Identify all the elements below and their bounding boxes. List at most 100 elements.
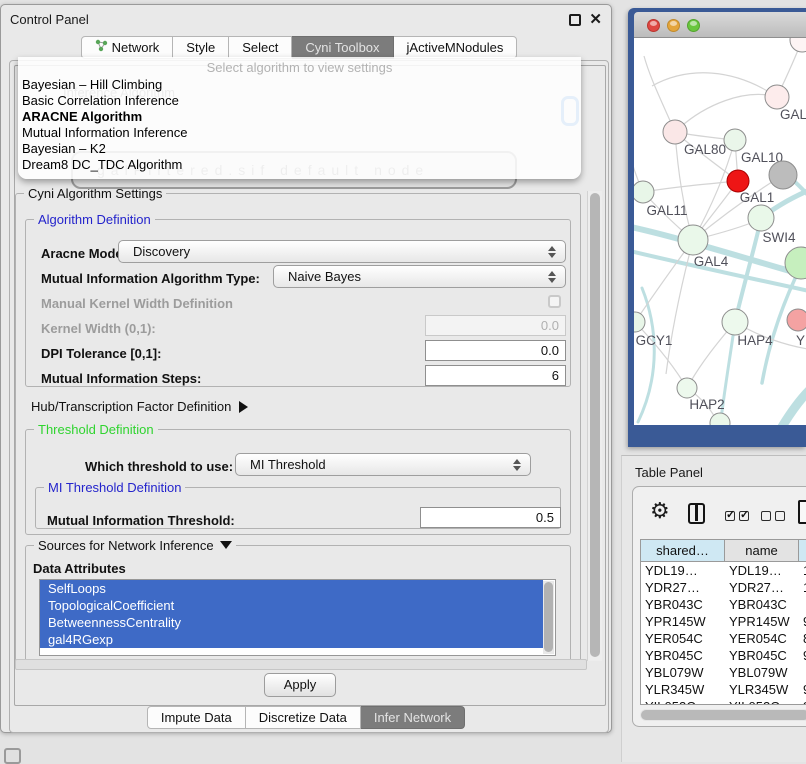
which-threshold-select[interactable]: MI Threshold — [235, 453, 531, 476]
table-row[interactable]: YDR27…YDR27…12 — [641, 579, 806, 596]
network-node-label: HAP2 — [689, 397, 724, 412]
table-cell: 8. — [799, 630, 806, 647]
dpi-tolerance-field[interactable]: 0.0 — [425, 340, 566, 361]
select-all-checkboxes-icon[interactable] — [725, 509, 753, 524]
list-scrollbar[interactable] — [543, 581, 554, 654]
aracne-mode-select[interactable]: Discovery — [118, 240, 566, 263]
table-cell: YBR043C — [725, 596, 799, 613]
table-row[interactable]: YER054CYER054C8. — [641, 630, 806, 647]
network-node-swi4[interactable] — [748, 205, 774, 231]
mi-algorithm-type-select[interactable]: Naive Bayes — [273, 265, 566, 288]
manual-kernel-width-label: Manual Kernel Width Definition — [41, 296, 233, 311]
columns-icon[interactable] — [688, 503, 705, 524]
network-node-label: Y — [796, 333, 805, 348]
column-header-name[interactable]: name — [725, 540, 799, 561]
network-node[interactable] — [785, 247, 806, 279]
column-header-shared[interactable]: shared… — [641, 540, 725, 561]
close-icon[interactable]: ✕ — [589, 10, 602, 28]
data-attributes-label: Data Attributes — [33, 561, 126, 576]
network-node-gal11[interactable] — [634, 181, 654, 203]
table-row[interactable]: YBR043CYBR043C — [641, 596, 806, 613]
export-table-icon[interactable] — [798, 500, 806, 524]
table-cell: 9. — [799, 681, 806, 698]
attribute-item-selfloops[interactable]: SelfLoops — [40, 580, 543, 597]
algorithm-option-bayesian-k2[interactable]: Bayesian – K2 — [18, 141, 581, 157]
kernel-width-label: Kernel Width (0,1): — [41, 321, 156, 336]
table-cell: YBL079W — [725, 664, 799, 681]
network-node-label: GAL80 — [684, 142, 726, 157]
algorithm-option-basic-correlation-inference[interactable]: Basic Correlation Inference — [18, 93, 581, 109]
settings-horizontal-scrollbar[interactable] — [15, 659, 587, 670]
zoom-traffic-light[interactable] — [687, 19, 700, 32]
tab-impute-data[interactable]: Impute Data — [147, 706, 246, 729]
which-threshold-label: Which threshold to use: — [85, 459, 233, 474]
table-row[interactable]: YLR345WYLR345W9. — [641, 681, 806, 698]
settings-scrollbar[interactable] — [587, 191, 602, 661]
hub-definition-expander[interactable]: Hub/Transcription Factor Definition — [31, 399, 248, 414]
network-node-gal[interactable] — [765, 85, 789, 109]
bottom-tabbar: Impute DataDiscretize DataInfer Network — [1, 706, 611, 729]
algorithm-definition-title: Algorithm Definition — [34, 212, 155, 227]
manual-kernel-width-checkbox[interactable] — [548, 295, 561, 308]
network-node-gal10[interactable] — [724, 129, 746, 151]
network-node[interactable] — [790, 38, 806, 52]
mi-threshold-field[interactable]: 0.5 — [420, 507, 561, 528]
table-horizontal-scrollbar[interactable] — [640, 709, 806, 721]
tab-jactivemnodules[interactable]: jActiveMNodules — [394, 36, 518, 59]
table-panel-title: Table Panel — [635, 465, 703, 480]
apply-button[interactable]: Apply — [264, 673, 336, 697]
network-canvas[interactable]: GALGAL80GAL10GAL1GAL11SWI4GAL4GCY1HAP4YH… — [634, 38, 806, 425]
tab-label: Network — [112, 37, 160, 58]
table-row[interactable]: YIL052CYIL052C9. — [641, 698, 806, 705]
network-node-label: GAL1 — [740, 190, 775, 205]
attribute-item-topologicalcoefficient[interactable]: TopologicalCoefficient — [40, 597, 543, 614]
table-cell — [799, 664, 806, 681]
table-cell: YER054C — [641, 630, 725, 647]
deselect-all-checkboxes-icon[interactable] — [761, 509, 789, 524]
tab-discretize-data[interactable]: Discretize Data — [246, 706, 361, 729]
hub-definition-label: Hub/Transcription Factor Definition — [31, 399, 231, 414]
tab-infer-network[interactable]: Infer Network — [361, 706, 465, 729]
table-cell: YBR043C — [641, 596, 725, 613]
network-node-gal80[interactable] — [663, 120, 687, 144]
network-node-gcy1[interactable] — [634, 312, 645, 332]
algorithm-option-bayesian-hill-climbing[interactable]: Bayesian – Hill Climbing — [18, 77, 581, 93]
tab-style[interactable]: Style — [173, 36, 229, 59]
network-node-hap2[interactable] — [677, 378, 697, 398]
data-attributes-list[interactable]: SelfLoopsTopologicalCoefficientBetweenne… — [39, 579, 556, 656]
close-traffic-light[interactable] — [647, 19, 660, 32]
control-panel-window: Control Panel ✕ NetworkStyleSelectCyni T… — [0, 4, 612, 733]
algorithm-option-aracne-algorithm[interactable]: ARACNE Algorithm — [18, 109, 581, 125]
float-window-icon[interactable] — [569, 14, 581, 26]
network-node-label: HAP4 — [737, 333, 773, 348]
network-node-gal1[interactable] — [727, 170, 749, 192]
mi-algorithm-type-value: Naive Bayes — [274, 269, 543, 284]
table-row[interactable]: YBL079WYBL079W — [641, 664, 806, 681]
mi-steps-field[interactable]: 6 — [425, 365, 566, 386]
attribute-item-betweennesscentrality[interactable]: BetweennessCentrality — [40, 614, 543, 631]
network-window-titlebar[interactable] — [634, 12, 806, 38]
combo-arrows-icon — [508, 459, 526, 471]
column-header-col2[interactable] — [799, 540, 806, 561]
network-node-hap4[interactable] — [722, 309, 748, 335]
network-node-gal4[interactable] — [678, 225, 708, 255]
network-node[interactable] — [769, 161, 797, 189]
tab-cyni-toolbox[interactable]: Cyni Toolbox — [292, 36, 393, 59]
tab-network[interactable]: Network — [81, 36, 174, 59]
algorithm-option-dream8-dc-tdc-algorithm[interactable]: Dream8 DC_TDC Algorithm — [18, 157, 581, 173]
table-row[interactable]: YPR145WYPR145W9. — [641, 613, 806, 630]
minimize-traffic-light[interactable] — [667, 19, 680, 32]
network-node-y[interactable] — [787, 309, 806, 331]
algorithm-option-mutual-information-inference[interactable]: Mutual Information Inference — [18, 125, 581, 141]
table-cell: YPR145W — [641, 613, 725, 630]
network-node-label: GCY1 — [636, 333, 673, 348]
tab-select[interactable]: Select — [229, 36, 292, 59]
table-row[interactable]: YBR045CYBR045C9. — [641, 647, 806, 664]
sources-expander[interactable]: Sources for Network Inference — [34, 538, 236, 553]
attribute-item-gal4rgexp[interactable]: gal4RGexp — [40, 631, 543, 648]
node-attribute-table[interactable]: shared…name YDL19…YDL19…13YDR27…YDR27…12… — [640, 539, 806, 705]
table-row[interactable]: YDL19…YDL19…13 — [641, 562, 806, 579]
kernel-width-field[interactable]: 0.0 — [425, 315, 566, 336]
gear-icon[interactable]: ⚙ — [650, 499, 670, 524]
combo-arrows-icon — [543, 271, 561, 283]
